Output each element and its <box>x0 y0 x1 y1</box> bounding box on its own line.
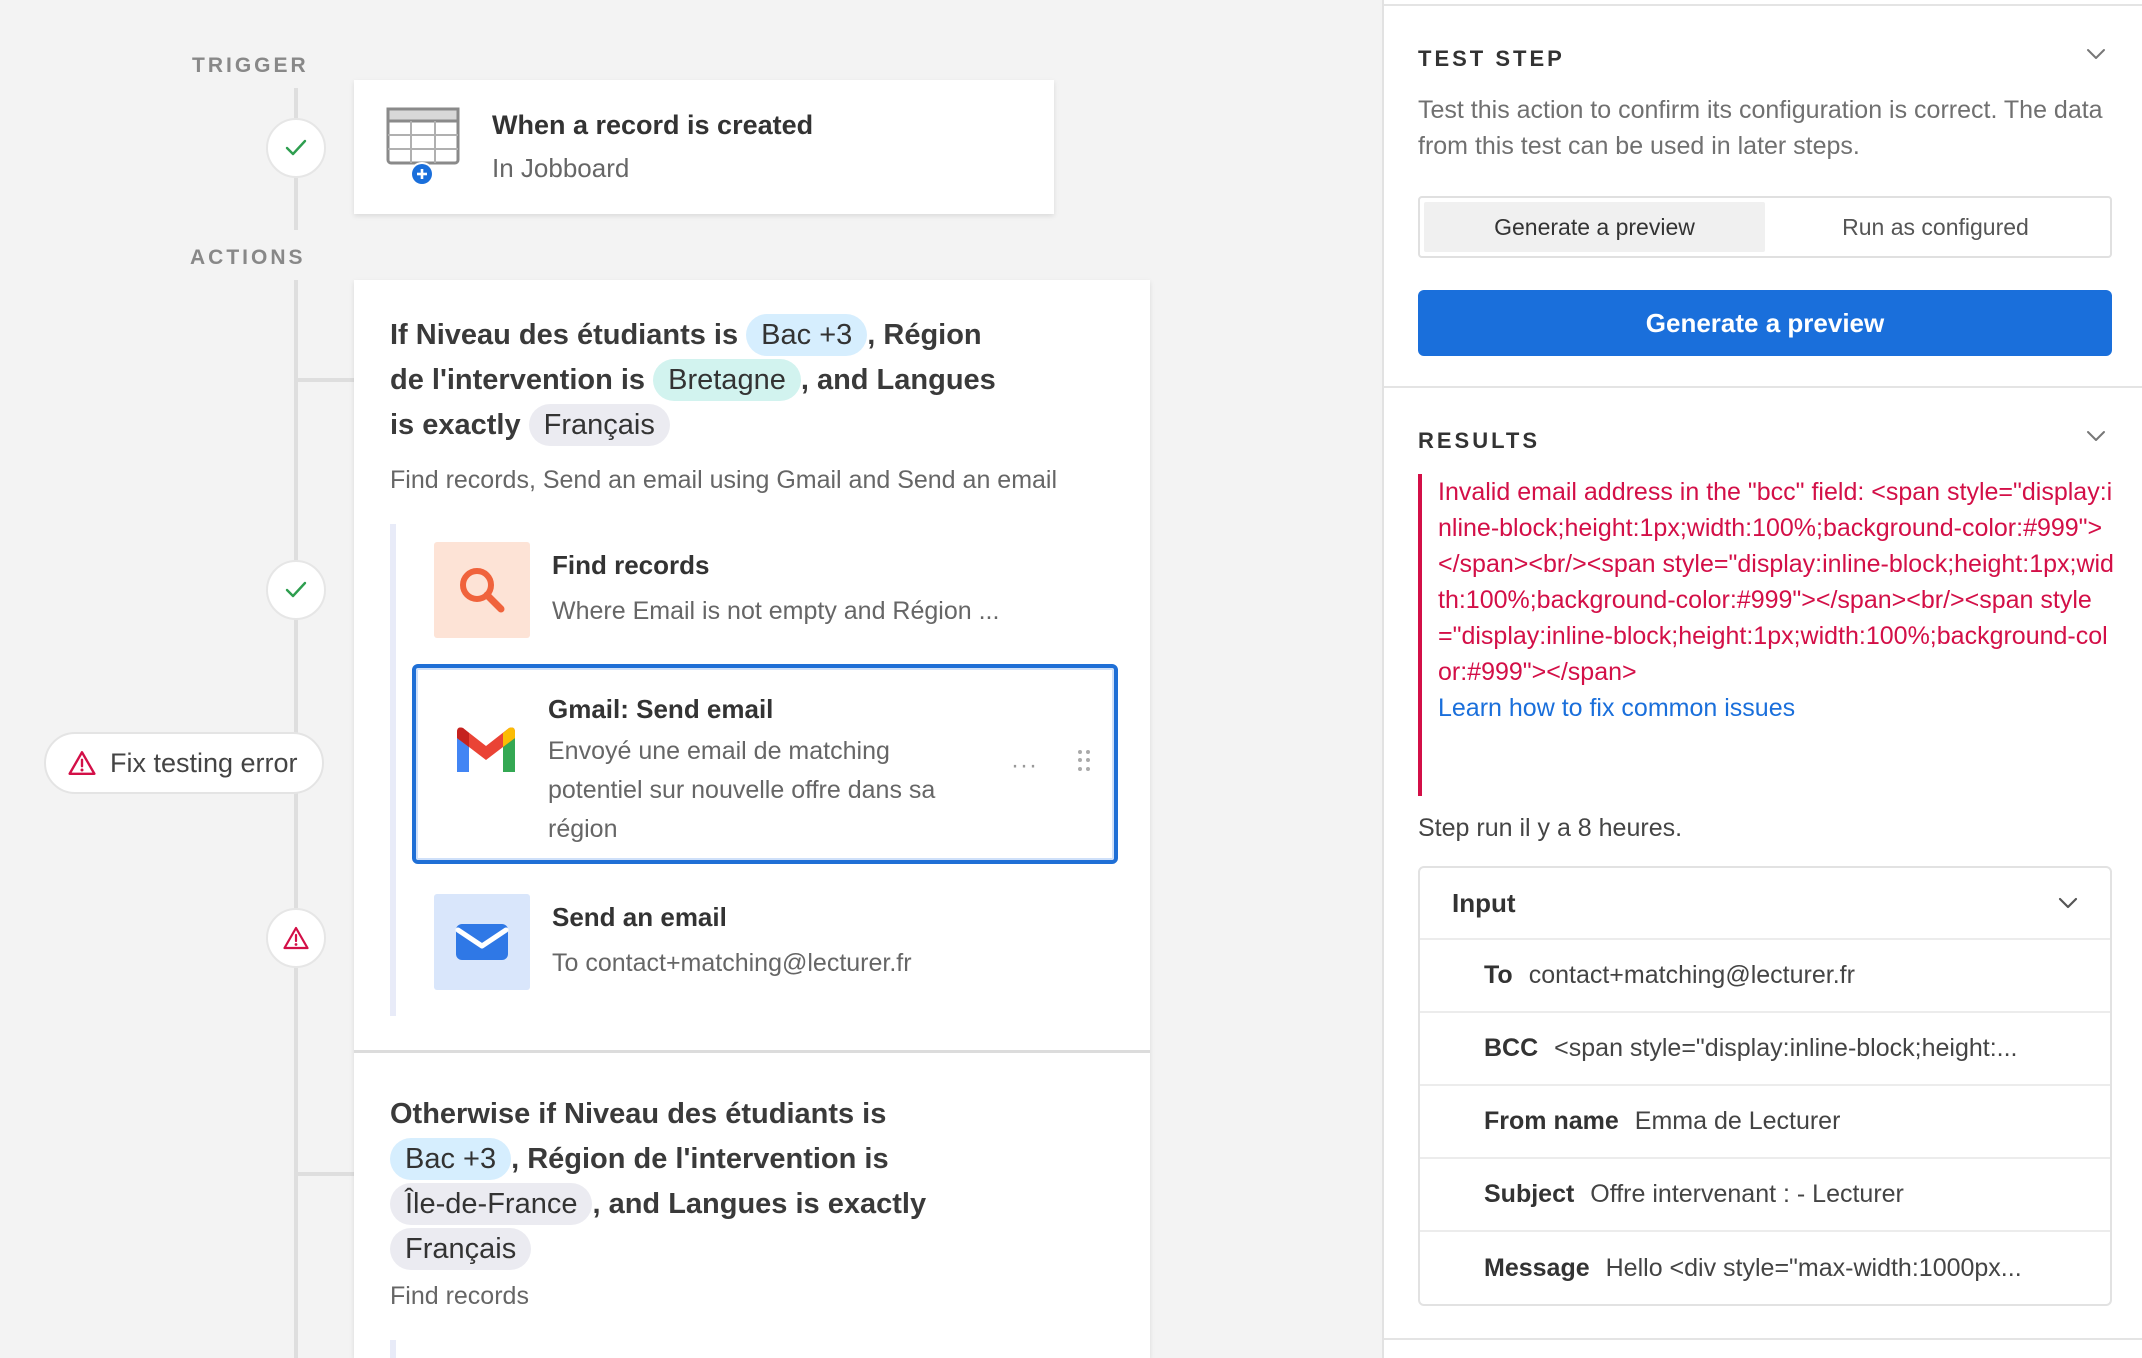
input-row: To contact+matching@lecturer.fr <box>1420 940 2110 1013</box>
input-row: Message Hello <div style="max-width:1000… <box>1420 1232 2110 1304</box>
section-divider <box>1384 1338 2142 1340</box>
actions-section-label: ACTIONS <box>190 246 306 269</box>
trigger-status <box>266 118 326 178</box>
chevron-down-icon[interactable] <box>2086 48 2106 60</box>
step-run-timestamp: Step run il y a 8 heures. <box>1418 814 1683 842</box>
step-gmail-send-email[interactable]: Gmail: Send email Envoyé une email de ma… <box>412 664 1118 864</box>
test-mode-toggle: Generate a preview Run as configured <box>1418 196 2112 258</box>
check-icon <box>285 139 307 156</box>
generate-preview-button[interactable]: Generate a preview <box>1418 290 2112 356</box>
fix-testing-error-button[interactable]: Fix testing error <box>44 732 324 794</box>
search-icon <box>434 542 530 638</box>
find-records-status <box>266 560 326 620</box>
tab-run-as-configured[interactable]: Run as configured <box>1765 202 2106 252</box>
connector-line <box>294 280 298 1358</box>
trigger-title: When a record is created <box>492 110 814 140</box>
warning-icon <box>68 751 96 775</box>
warning-icon <box>283 926 309 950</box>
step-find-records[interactable]: Find records Where Email is not empty an… <box>414 540 1114 640</box>
input-key: Message <box>1484 1254 1590 1282</box>
branch2-summary: Find records <box>390 1282 529 1310</box>
value-chip: Île-de-France <box>390 1183 593 1225</box>
tab-generate-preview[interactable]: Generate a preview <box>1424 202 1765 252</box>
condition-branches-card: If Niveau des étudiants is Bac +3, Régio… <box>354 280 1150 1358</box>
section-divider <box>1384 386 2142 388</box>
fix-testing-error-label: Fix testing error <box>110 747 298 778</box>
error-message-box: Invalid email address in the "bcc" field… <box>1418 474 2118 796</box>
chevron-down-icon[interactable] <box>2086 430 2106 442</box>
condition-text: , and Langues is exactly <box>592 1188 927 1220</box>
input-row: Subject Offre intervenant : - Lecturer <box>1420 1159 2110 1232</box>
step-title: Find records <box>552 550 710 580</box>
value-chip: Français <box>390 1228 532 1270</box>
branch1-summary: Find records, Send an email using Gmail … <box>390 466 1058 494</box>
branch-divider <box>354 1050 1150 1053</box>
input-section: Input To contact+matching@lecturer.fr BC… <box>1418 866 2112 1306</box>
input-value: Offre intervenant : - Lecturer <box>1590 1180 1904 1208</box>
input-row: From name Emma de Lecturer <box>1420 1086 2110 1159</box>
branch1-condition[interactable]: If Niveau des étudiants is Bac +3, Régio… <box>390 313 996 448</box>
test-step-title: TEST STEP <box>1418 46 1565 71</box>
input-key: BCC <box>1484 1034 1539 1062</box>
condition-text: If Niveau des étudiants is <box>390 319 739 351</box>
condition-text: , and Langues <box>800 364 996 396</box>
input-header[interactable]: Input <box>1420 868 2110 940</box>
step-title: Gmail: Send email <box>548 694 774 724</box>
step-send-an-email[interactable]: Send an email To contact+matching@lectur… <box>414 892 1114 992</box>
condition-text: , Région de l'intervention is <box>511 1143 889 1175</box>
envelope-icon <box>434 894 530 990</box>
value-chip: Bac +3 <box>390 1138 512 1180</box>
test-step-description: Test this action to confirm its configur… <box>1418 96 2103 160</box>
input-row: BCC <span style="display:inline-block;he… <box>1420 1013 2110 1086</box>
trigger-card[interactable]: When a record is created In Jobboard <box>354 80 1054 214</box>
value-chip: Bac +3 <box>746 314 868 356</box>
gmail-icon <box>438 702 534 798</box>
table-plus-icon <box>386 107 460 187</box>
condition-text: Otherwise if Niveau des étudiants is <box>390 1098 887 1130</box>
input-value: <span style="display:inline-block;height… <box>1554 1034 2018 1062</box>
condition-text: , Région <box>867 319 982 351</box>
trigger-subtitle: In Jobboard <box>492 153 630 183</box>
step-description: To contact+matching@lecturer.fr <box>552 949 912 977</box>
substeps-rail <box>390 1340 396 1358</box>
learn-fix-issues-link[interactable]: Learn how to fix common issues <box>1438 690 2118 726</box>
trigger-section-label: TRIGGER <box>192 54 309 77</box>
substeps-rail <box>390 524 396 1016</box>
drag-handle-icon[interactable] <box>1078 750 1092 772</box>
value-chip: Français <box>528 404 670 446</box>
input-key: From name <box>1484 1107 1619 1135</box>
step-config-panel: TEST STEP Test this action to confirm it… <box>1382 0 2142 1358</box>
condition-text: is exactly <box>390 409 521 441</box>
input-value: Emma de Lecturer <box>1634 1107 1841 1135</box>
step-description: Envoyé une email de matching potentiel s… <box>548 737 936 843</box>
error-message: Invalid email address in the "bcc" field… <box>1438 478 2114 686</box>
branch-connector <box>296 378 354 382</box>
input-value: Hello <div style="max-width:1000px... <box>1605 1254 2022 1282</box>
chevron-down-icon <box>2058 897 2078 909</box>
branch-connector <box>296 1172 354 1176</box>
panel-top-rule <box>1384 0 2142 6</box>
step-title: Send an email <box>552 902 727 932</box>
check-icon <box>285 581 307 598</box>
input-key: Subject <box>1484 1180 1575 1208</box>
branch2-condition[interactable]: Otherwise if Niveau des étudiants is Bac… <box>390 1092 926 1272</box>
input-key: To <box>1484 961 1513 989</box>
input-title: Input <box>1452 887 1516 918</box>
send-email-status <box>266 908 326 968</box>
results-title: RESULTS <box>1418 428 1541 453</box>
workflow-canvas: TRIGGER ACTIONS Fix testing error When a… <box>0 0 1382 1358</box>
condition-text: de l'intervention is <box>390 364 646 396</box>
value-chip: Bretagne <box>653 359 801 401</box>
step-description: Where Email is not empty and Région ... <box>552 597 1000 625</box>
more-options-button[interactable]: ··· <box>1011 752 1038 780</box>
input-value: contact+matching@lecturer.fr <box>1528 961 1855 989</box>
